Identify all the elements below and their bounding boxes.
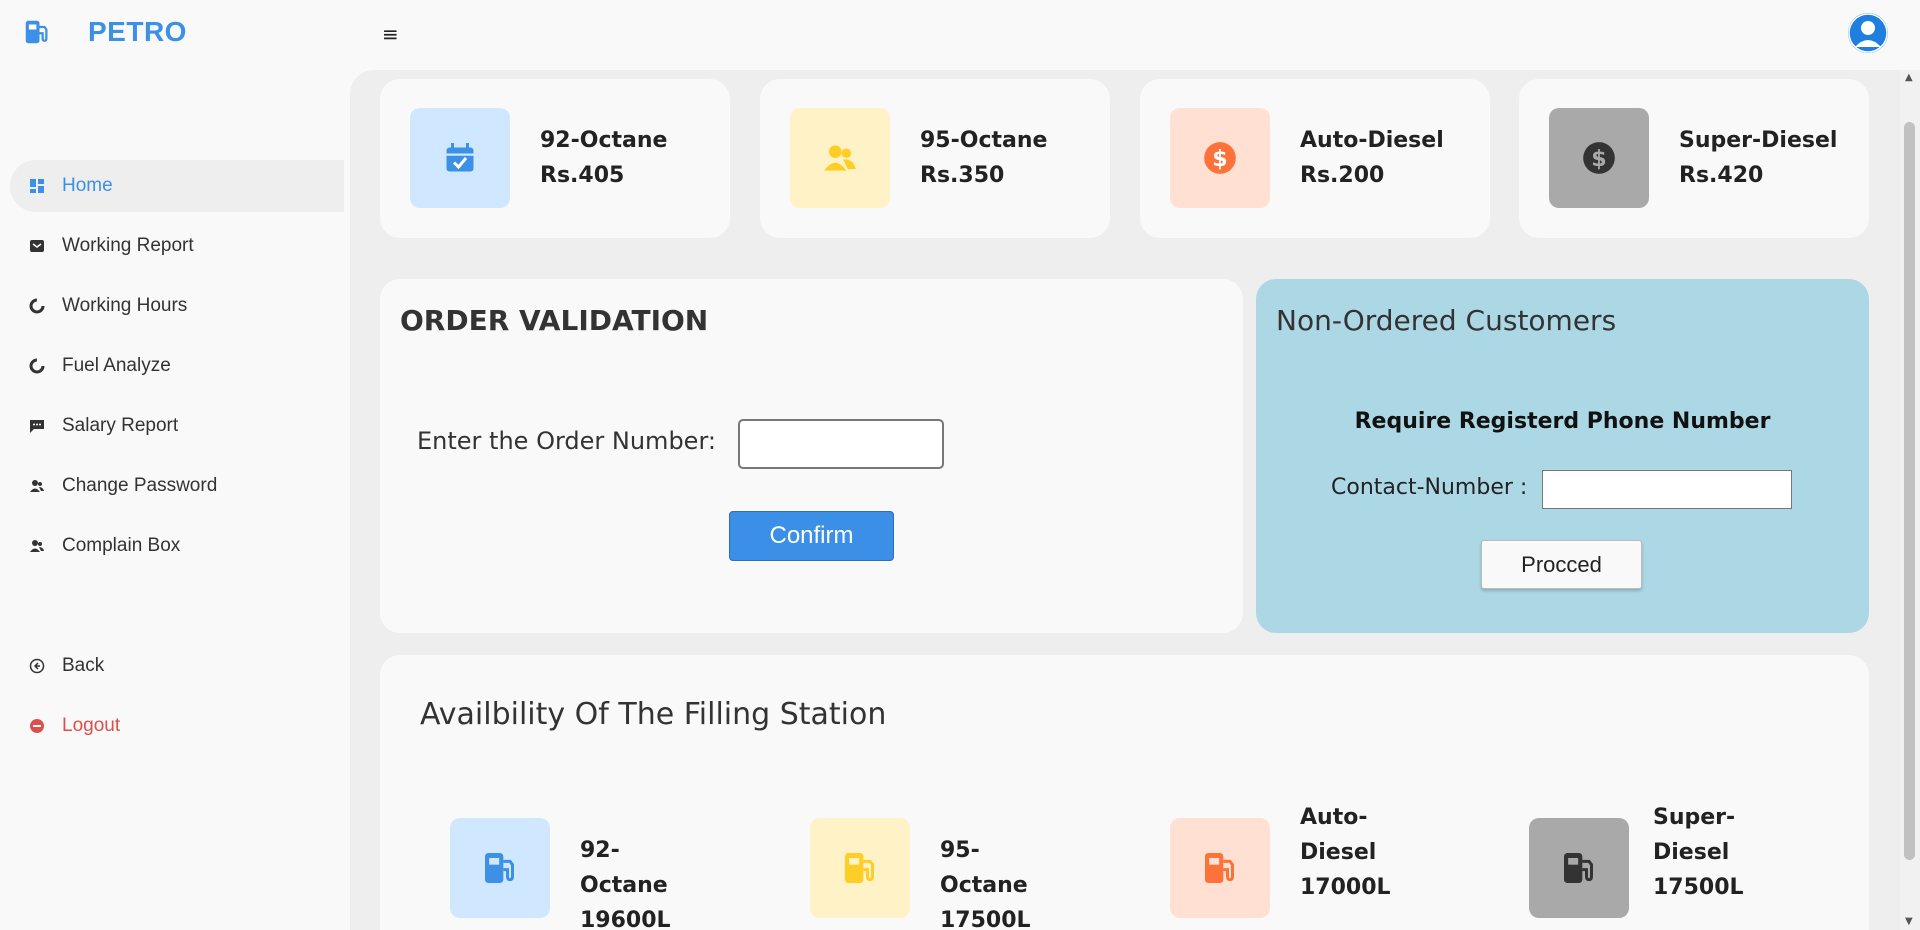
price-card-price: Rs.405 bbox=[540, 163, 625, 188]
price-card-auto-diesel: $ Auto-Diesel Rs.200 bbox=[1140, 79, 1490, 238]
procced-button[interactable]: Procced bbox=[1481, 540, 1642, 589]
dashboard-icon bbox=[28, 177, 46, 195]
brand-name: PETRO bbox=[88, 16, 187, 47]
user-group-icon bbox=[28, 477, 46, 495]
sidebar-item-complain-box[interactable]: Complain Box bbox=[10, 520, 344, 572]
gas-pump-icon bbox=[810, 818, 910, 918]
hamburger-icon[interactable]: ≡ bbox=[382, 22, 399, 46]
sidebar-item-fuel-analyze[interactable]: Fuel Analyze bbox=[10, 340, 344, 392]
inbox-icon bbox=[28, 237, 46, 255]
scroll-up-arrow-icon[interactable]: ▲ bbox=[1905, 72, 1913, 83]
dollar-circle-icon: $ bbox=[1549, 108, 1649, 208]
logout-icon bbox=[28, 717, 46, 735]
price-card-name: 95-Octane bbox=[920, 128, 1048, 153]
gas-pump-icon bbox=[450, 818, 550, 918]
fuel-item-name-line2: Diesel bbox=[1653, 840, 1730, 865]
brand[interactable]: PETRO bbox=[22, 16, 187, 48]
order-number-label: Enter the Order Number: bbox=[417, 427, 716, 455]
price-card-price: Rs.200 bbox=[1300, 163, 1385, 188]
sidebar-item-label: Back bbox=[62, 655, 105, 676]
sidebar-item-back[interactable]: Back bbox=[10, 640, 344, 692]
non-ordered-subtitle: Require Registerd Phone Number bbox=[1354, 409, 1771, 434]
sidebar-item-label: Salary Report bbox=[62, 415, 179, 436]
price-card-super-diesel: $ Super-Diesel Rs.420 bbox=[1519, 79, 1869, 238]
fuel-item-amount: 17500L bbox=[940, 908, 1031, 930]
price-card-95-octane: 95-Octane Rs.350 bbox=[760, 79, 1110, 238]
availability-title: Availbility Of The Filling Station bbox=[420, 697, 887, 732]
fuel-item-amount: 17000L bbox=[1300, 875, 1391, 900]
order-validation-card: ORDER VALIDATION Enter the Order Number:… bbox=[380, 279, 1243, 633]
fuel-item-amount: 17500L bbox=[1653, 875, 1744, 900]
non-ordered-customers-card: Non-Ordered Customers Require Registerd … bbox=[1256, 279, 1869, 633]
message-icon bbox=[28, 417, 46, 435]
contact-number-input[interactable] bbox=[1542, 470, 1792, 509]
svg-text:$: $ bbox=[1212, 146, 1227, 172]
gas-pump-icon bbox=[1170, 818, 1270, 918]
user-avatar-icon[interactable] bbox=[1848, 13, 1888, 53]
sidebar-item-logout[interactable]: Logout bbox=[10, 700, 344, 752]
fuel-item-amount: 19600L bbox=[580, 908, 671, 930]
fuel-item-name-line2: Diesel bbox=[1300, 840, 1377, 865]
top-bar: PETRO ≡ bbox=[0, 0, 1920, 70]
price-card-name: Super-Diesel bbox=[1679, 128, 1838, 153]
gas-pump-icon bbox=[22, 17, 52, 47]
sidebar: Home Working Report Working Hours Fuel A… bbox=[0, 70, 350, 930]
sidebar-item-label: Fuel Analyze bbox=[62, 355, 171, 376]
sidebar-item-label: Change Password bbox=[62, 475, 218, 496]
dollar-circle-icon: $ bbox=[1170, 108, 1270, 208]
sidebar-item-label: Logout bbox=[62, 715, 121, 736]
non-ordered-title: Non-Ordered Customers bbox=[1276, 304, 1617, 337]
sidebar-item-label: Complain Box bbox=[62, 535, 181, 556]
fuel-item-name-line1: Auto- bbox=[1300, 805, 1368, 830]
sidebar-item-change-password[interactable]: Change Password bbox=[10, 460, 344, 512]
price-card-price: Rs.350 bbox=[920, 163, 1005, 188]
sidebar-item-label: Working Hours bbox=[62, 295, 188, 316]
gas-pump-icon bbox=[1529, 818, 1629, 918]
sidebar-item-working-report[interactable]: Working Report bbox=[10, 220, 344, 272]
sidebar-item-label: Home bbox=[62, 175, 113, 196]
svg-text:$: $ bbox=[1591, 146, 1606, 172]
sidebar-item-working-hours[interactable]: Working Hours bbox=[10, 280, 344, 332]
calendar-check-icon bbox=[410, 108, 510, 208]
fuel-item-name: 95-Octane bbox=[940, 838, 1028, 898]
fuel-item-name: 92-Octane bbox=[580, 838, 668, 898]
availability-card: Availbility Of The Filling Station 92-Oc… bbox=[380, 655, 1869, 930]
confirm-button[interactable]: Confirm bbox=[729, 511, 894, 561]
sidebar-item-home[interactable]: Home bbox=[10, 160, 344, 212]
scroll-down-arrow-icon[interactable]: ▼ bbox=[1905, 916, 1913, 927]
order-validation-title: ORDER VALIDATION bbox=[400, 304, 709, 337]
pie-chart-icon bbox=[28, 357, 46, 375]
scrollbar-thumb[interactable] bbox=[1904, 122, 1915, 860]
sidebar-item-salary-report[interactable]: Salary Report bbox=[10, 400, 344, 452]
arrow-left-circle-icon bbox=[28, 657, 46, 675]
price-card-name: Auto-Diesel bbox=[1300, 128, 1444, 153]
group-icon bbox=[790, 108, 890, 208]
scrollbar[interactable]: ▲ ▼ bbox=[1900, 70, 1920, 930]
sidebar-item-label: Working Report bbox=[62, 235, 194, 256]
price-card-92-octane: 92-Octane Rs.405 bbox=[380, 79, 730, 238]
price-card-price: Rs.420 bbox=[1679, 163, 1764, 188]
price-card-name: 92-Octane bbox=[540, 128, 668, 153]
user-group-icon bbox=[28, 537, 46, 555]
order-number-input[interactable] bbox=[738, 419, 944, 469]
contact-number-label: Contact-Number : bbox=[1331, 475, 1528, 500]
pie-chart-icon bbox=[28, 297, 46, 315]
fuel-item-name-line1: Super- bbox=[1653, 805, 1736, 830]
